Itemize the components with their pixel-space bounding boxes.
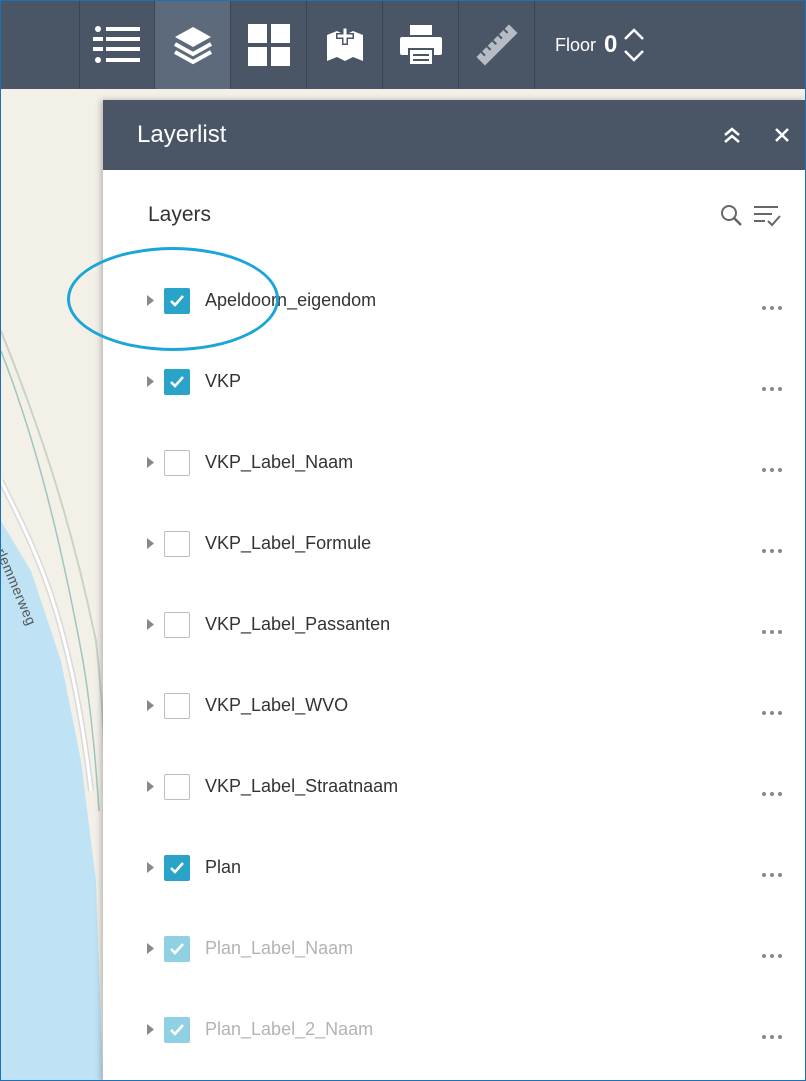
- layer-more-button[interactable]: [737, 348, 805, 429]
- map-add-icon: [326, 27, 363, 61]
- floor-selector[interactable]: Floor 0: [555, 27, 645, 63]
- layer-list: Apeldoorn_eigendom VKP VKP_Label_Naam VKP_L…: [103, 260, 805, 1070]
- layers-heading: Layers: [148, 203, 212, 226]
- expand-arrow-icon[interactable]: [147, 619, 157, 630]
- search-layers-button[interactable]: [717, 201, 745, 229]
- layer-name: Plan: [205, 857, 242, 877]
- layerlist-panel: Layerlist Layers Apeldoorn_eigendom VKP …: [103, 100, 805, 1080]
- more-icon: [762, 1034, 782, 1039]
- layer-visibility-checkbox[interactable]: [164, 1016, 190, 1043]
- more-icon: [762, 953, 782, 958]
- more-icon: [762, 791, 782, 796]
- layerlist-button[interactable]: [155, 1, 231, 89]
- print-icon: [399, 25, 442, 65]
- layer-visibility-checkbox[interactable]: [164, 935, 190, 962]
- more-icon: [762, 386, 782, 391]
- layer-name: VKP_Label_Naam: [205, 452, 354, 472]
- layer-visibility-checkbox[interactable]: [164, 449, 190, 476]
- layers-header: Layers: [103, 170, 805, 260]
- layer-name: VKP_Label_Formule: [205, 533, 372, 553]
- expand-arrow-icon[interactable]: [147, 1024, 157, 1035]
- layer-name: VKP_Label_WVO: [205, 695, 349, 715]
- layer-row[interactable]: VKP_Label_WVO: [103, 665, 805, 746]
- layer-more-button[interactable]: [737, 591, 805, 672]
- expand-arrow-icon[interactable]: [147, 538, 157, 549]
- expand-arrow-icon[interactable]: [147, 457, 157, 468]
- list-icon: [93, 26, 140, 63]
- layer-row[interactable]: Apeldoorn_eigendom: [103, 260, 805, 341]
- legend-list-button[interactable]: [79, 1, 155, 89]
- layer-more-button[interactable]: [737, 267, 805, 348]
- layer-more-button[interactable]: [737, 834, 805, 915]
- layer-more-button[interactable]: [737, 510, 805, 591]
- close-button[interactable]: [757, 100, 805, 170]
- more-icon: [762, 467, 782, 472]
- expand-arrow-icon[interactable]: [147, 943, 157, 954]
- measurement-button[interactable]: [459, 1, 535, 89]
- ruler-icon: [475, 24, 518, 66]
- checkmark-icon: [170, 1023, 184, 1036]
- more-icon: [762, 872, 782, 877]
- layer-more-button[interactable]: [737, 996, 805, 1077]
- expand-arrow-icon[interactable]: [147, 295, 157, 306]
- layer-row[interactable]: Plan: [103, 827, 805, 908]
- layer-row[interactable]: Plan_Label_Naam: [103, 908, 805, 989]
- double-chevron-up-icon: [724, 127, 740, 143]
- layer-name: VKP: [205, 371, 242, 391]
- grid-icon: [247, 24, 290, 66]
- checkmark-icon: [170, 942, 184, 955]
- checkmark-icon: [170, 294, 184, 307]
- layer-visibility-checkbox[interactable]: [164, 692, 190, 719]
- panel-title: Layerlist: [137, 121, 227, 148]
- more-icon: [762, 629, 782, 634]
- search-icon: [721, 205, 742, 226]
- more-icon: [762, 305, 782, 310]
- basemap-gallery-button[interactable]: [231, 1, 307, 89]
- layer-options-button[interactable]: [753, 201, 781, 229]
- expand-arrow-icon[interactable]: [147, 376, 157, 387]
- layer-name: Apeldoorn_eigendom: [205, 290, 377, 310]
- layer-more-button[interactable]: [737, 672, 805, 753]
- layer-row[interactable]: VKP_Label_Straatnaam: [103, 746, 805, 827]
- layer-row[interactable]: Plan_Label_2_Naam: [103, 989, 805, 1070]
- layer-visibility-checkbox[interactable]: [164, 287, 190, 314]
- floor-up-down-icon[interactable]: [623, 27, 645, 63]
- main-toolbar: Floor 0: [1, 1, 805, 89]
- layer-more-button[interactable]: [737, 753, 805, 834]
- layer-name: VKP_Label_Passanten: [205, 614, 391, 634]
- floor-label: Floor: [555, 34, 597, 55]
- floor-value: 0: [604, 31, 618, 58]
- layer-more-button[interactable]: [737, 915, 805, 996]
- layer-name: Plan_Label_2_Naam: [205, 1019, 374, 1039]
- filter-list-icon: [754, 206, 781, 227]
- layer-more-button[interactable]: [737, 429, 805, 510]
- checkmark-icon: [170, 861, 184, 874]
- more-icon: [762, 548, 782, 553]
- layer-visibility-checkbox[interactable]: [164, 530, 190, 557]
- layer-visibility-checkbox[interactable]: [164, 773, 190, 800]
- checkmark-icon: [170, 375, 184, 388]
- layers-icon: [173, 27, 212, 65]
- layer-name: Plan_Label_Naam: [205, 938, 354, 958]
- expand-arrow-icon[interactable]: [147, 781, 157, 792]
- collapse-button[interactable]: [707, 100, 757, 170]
- layer-visibility-checkbox[interactable]: [164, 611, 190, 638]
- layer-row[interactable]: VKP: [103, 341, 805, 422]
- layer-visibility-checkbox[interactable]: [164, 854, 190, 881]
- add-data-button[interactable]: [307, 1, 383, 89]
- print-button[interactable]: [383, 1, 459, 89]
- close-icon: [775, 128, 789, 142]
- layer-row[interactable]: VKP_Label_Naam: [103, 422, 805, 503]
- layer-visibility-checkbox[interactable]: [164, 368, 190, 395]
- expand-arrow-icon[interactable]: [147, 700, 157, 711]
- more-icon: [762, 710, 782, 715]
- layer-row[interactable]: VKP_Label_Passanten: [103, 584, 805, 665]
- app-frame: Haarlemmerweg Floor 0 Layerlist Layers A…: [0, 0, 806, 1081]
- layer-row[interactable]: VKP_Label_Formule: [103, 503, 805, 584]
- expand-arrow-icon[interactable]: [147, 862, 157, 873]
- layer-name: VKP_Label_Straatnaam: [205, 776, 399, 796]
- panel-header: Layerlist: [103, 100, 805, 170]
